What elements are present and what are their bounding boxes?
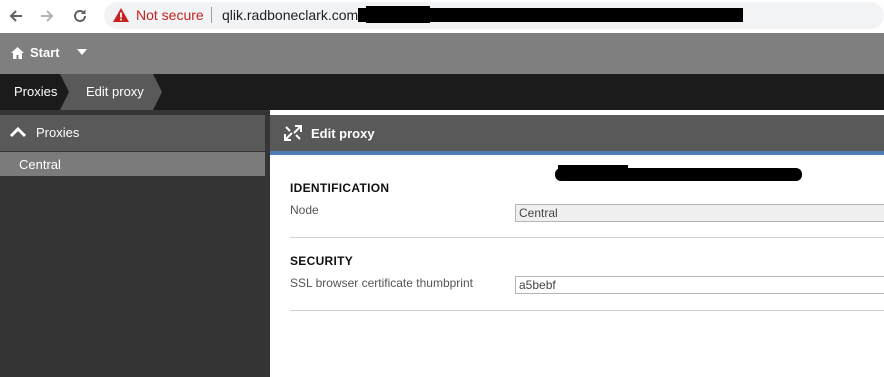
url-text[interactable]: qlik.radboneclark.com	[222, 7, 358, 23]
section-divider	[290, 237, 884, 238]
chevron-down-icon[interactable]	[77, 49, 87, 55]
section-title-identification: IDENTIFICATION	[290, 181, 390, 195]
main-title: Edit proxy	[311, 126, 375, 141]
back-arrow-icon[interactable]	[6, 6, 26, 26]
chevron-up-icon[interactable]	[9, 126, 27, 141]
main-panel: Edit proxy IDENTIFICATION Node Central S…	[270, 110, 884, 377]
breadcrumb-separator	[153, 74, 162, 110]
breadcrumb-label: Proxies	[14, 84, 58, 99]
breadcrumb-label: Edit proxy	[86, 84, 144, 99]
edit-proxy-icon	[284, 125, 302, 144]
url-divider	[211, 7, 212, 23]
node-field[interactable]: Central	[515, 204, 884, 222]
breadcrumb-item-proxies[interactable]: Proxies	[0, 74, 68, 110]
breadcrumb: Proxies Edit proxy	[0, 74, 884, 110]
header-accent-bar	[270, 151, 884, 155]
sidebar-item-central[interactable]: Central	[0, 152, 265, 176]
main-header: Edit proxy	[270, 115, 884, 151]
app-header: Start	[0, 33, 884, 74]
section-divider	[290, 310, 884, 311]
breadcrumb-separator	[60, 74, 69, 110]
ssl-thumbprint-field[interactable]: a5bebf	[515, 276, 884, 294]
browser-toolbar: Not secure qlik.radboneclark.com	[0, 0, 884, 32]
forward-arrow-icon[interactable]	[37, 6, 57, 26]
home-icon[interactable]	[10, 46, 25, 63]
node-label: Node	[290, 203, 319, 217]
redaction-mark	[558, 165, 628, 174]
breadcrumb-item-edit-proxy[interactable]: Edit proxy	[60, 74, 153, 110]
warning-icon[interactable]	[112, 7, 130, 26]
sidebar-header[interactable]: Proxies	[0, 115, 265, 151]
reload-icon[interactable]	[70, 6, 90, 26]
security-status[interactable]: Not secure	[136, 7, 204, 23]
ssl-thumbprint-label: SSL browser certificate thumbprint	[290, 276, 473, 290]
sidebar-title: Proxies	[36, 125, 80, 140]
section-title-security: SECURITY	[290, 254, 354, 268]
start-menu-label[interactable]: Start	[30, 45, 60, 60]
sidebar: Proxies Central	[0, 110, 270, 377]
sidebar-item-label: Central	[19, 157, 61, 172]
redaction-mark	[366, 6, 430, 23]
